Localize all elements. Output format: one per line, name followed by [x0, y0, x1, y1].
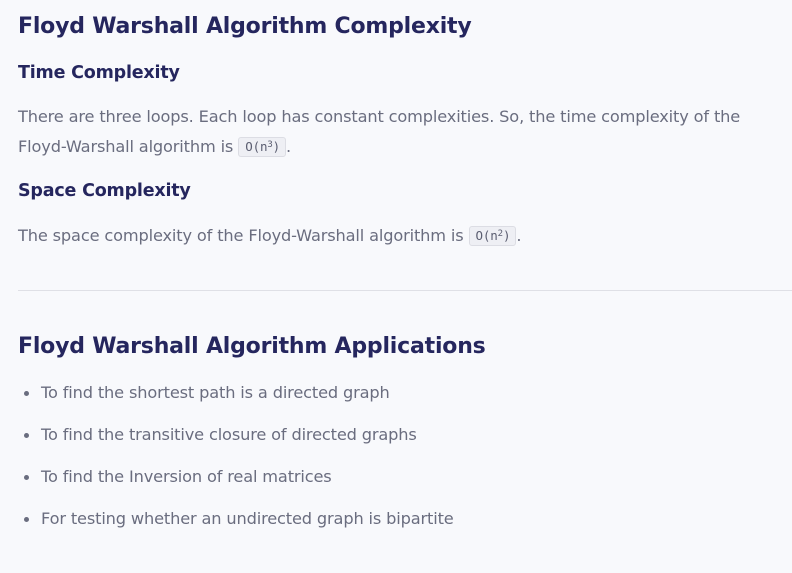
bullet-icon: [24, 517, 29, 522]
list-item: To find the Inversion of real matrices: [18, 462, 454, 504]
time-complexity-text: There are three loops. Each loop has con…: [18, 107, 741, 156]
space-code-base: O(n: [475, 228, 498, 243]
space-complexity-heading: Space Complexity: [18, 181, 191, 201]
list-item: To find the transitive closure of direct…: [18, 420, 454, 462]
section-divider: [18, 290, 792, 291]
space-complexity-paragraph: The space complexity of the Floyd-Warsha…: [18, 221, 783, 251]
time-complexity-paragraph: There are three loops. Each loop has con…: [18, 102, 783, 162]
space-complexity-code: O(n2): [468, 226, 517, 246]
space-code-close: ): [502, 228, 511, 243]
space-complexity-text: The space complexity of the Floyd-Warsha…: [18, 226, 469, 245]
list-item-text: To find the shortest path is a directed …: [41, 383, 390, 402]
time-code-close: ): [272, 139, 281, 154]
time-code-base: O(n: [245, 139, 268, 154]
bullet-icon: [24, 391, 29, 396]
list-item-text: For testing whether an undirected graph …: [41, 509, 454, 528]
applications-list: To find the shortest path is a directed …: [18, 378, 454, 546]
list-item-text: To find the transitive closure of direct…: [41, 425, 417, 444]
list-item: For testing whether an undirected graph …: [18, 504, 454, 546]
time-complexity-period: .: [286, 137, 292, 156]
space-complexity-period: .: [516, 226, 522, 245]
bullet-icon: [24, 475, 29, 480]
article-content: Floyd Warshall Algorithm Complexity Time…: [0, 0, 792, 573]
list-item: To find the shortest path is a directed …: [18, 378, 454, 420]
time-complexity-code: O(n3): [238, 137, 287, 157]
time-complexity-heading: Time Complexity: [18, 63, 180, 83]
applications-section-title: Floyd Warshall Algorithm Applications: [18, 334, 486, 359]
complexity-section-title: Floyd Warshall Algorithm Complexity: [18, 14, 472, 39]
bullet-icon: [24, 433, 29, 438]
list-item-text: To find the Inversion of real matrices: [41, 467, 332, 486]
